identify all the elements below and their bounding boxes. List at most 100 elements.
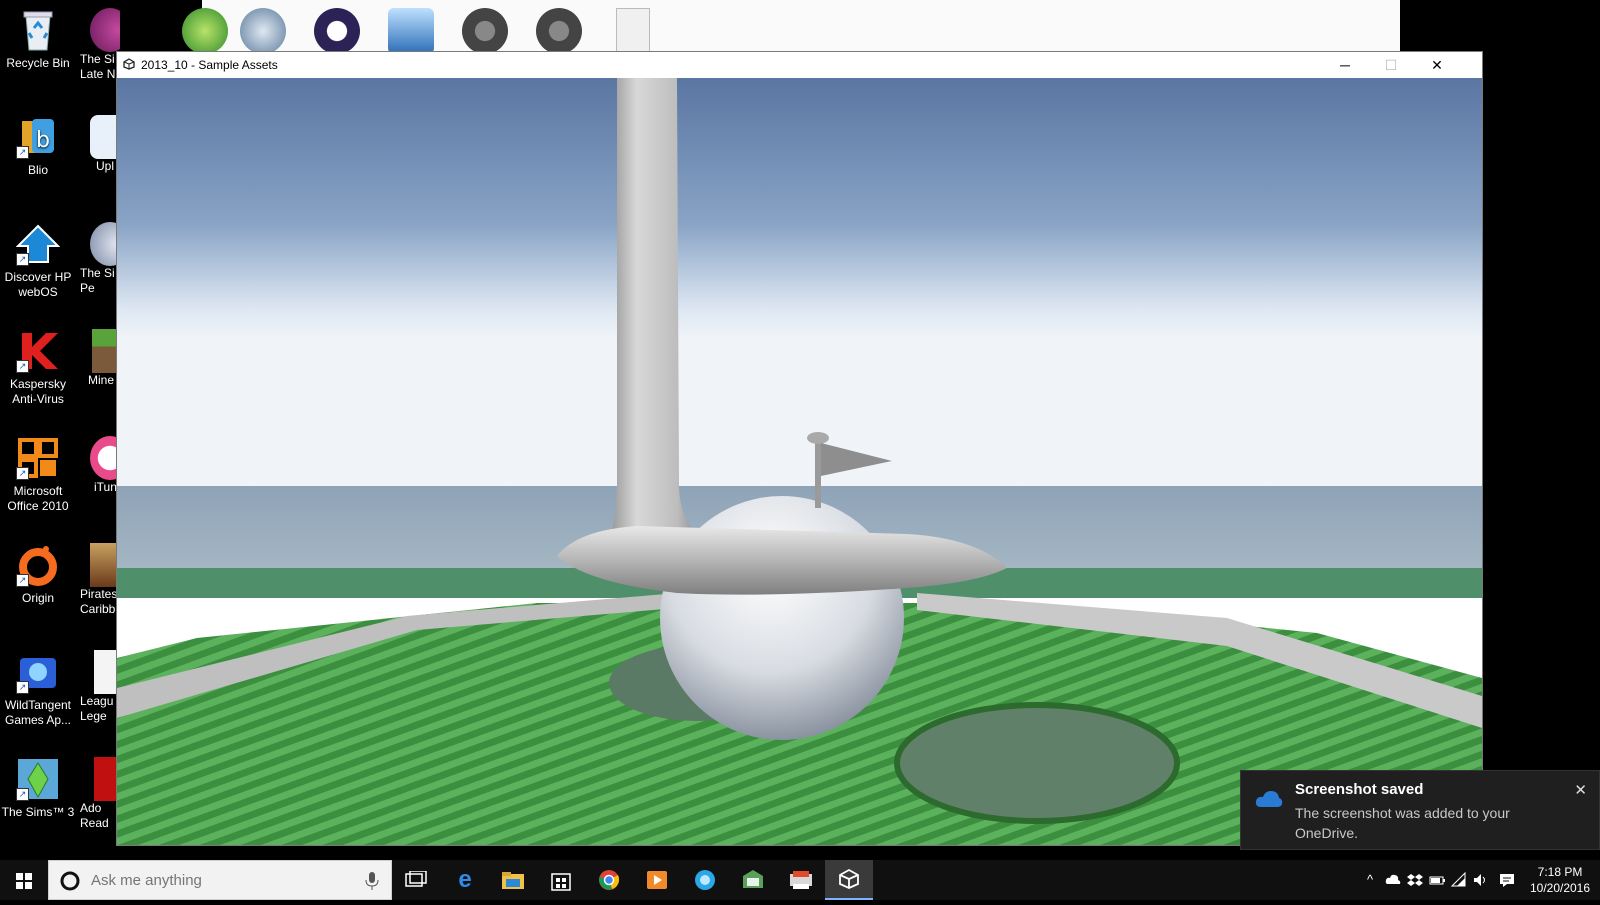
sky — [117, 78, 1482, 498]
toast-body: The screenshot was added to your OneDriv… — [1295, 805, 1510, 841]
hp-icon — [790, 871, 812, 889]
3d-scene — [117, 78, 1482, 845]
volume-icon[interactable] — [1473, 872, 1489, 888]
kaspersky-icon: ↗ — [16, 329, 60, 373]
desktop-icon-pirates[interactable]: Pirates Caribb — [80, 543, 120, 617]
microphone-icon[interactable] — [365, 872, 379, 890]
clock-date: 10/20/2016 — [1529, 881, 1591, 895]
desktop-icon-label: The Si Pe — [80, 266, 115, 295]
taskbar-app-file-explorer[interactable] — [489, 860, 537, 900]
taskbar-app-edge[interactable]: e — [441, 860, 489, 900]
taskbar-app-unity[interactable] — [825, 860, 873, 900]
onedrive-cloud-icon — [1255, 791, 1283, 807]
wifi-icon[interactable] — [1451, 872, 1467, 888]
unity-icon — [839, 868, 859, 889]
desktop-icon-label: The Sims™ 3 — [1, 805, 75, 819]
sims-late-night-icon — [90, 8, 120, 52]
film-reel-icon — [536, 8, 582, 54]
windows-logo-icon — [16, 873, 32, 889]
desktop-icon-kaspersky[interactable]: ↗ Kaspersky Anti-Virus — [0, 321, 76, 407]
desktop-icon-label: Leagu Lege — [80, 694, 114, 723]
desktop-icon-uplay[interactable]: Upl — [80, 115, 120, 174]
close-button[interactable]: ✕ — [1414, 52, 1460, 78]
task-view-icon — [405, 871, 427, 887]
desktop-icon-label: Discover HP webOS — [4, 270, 72, 299]
svg-text:b: b — [36, 128, 50, 153]
action-center-icon[interactable] — [1499, 872, 1515, 888]
window-title: 2013_10 - Sample Assets — [141, 58, 278, 72]
start-button[interactable] — [0, 860, 48, 900]
desktop-icon-league[interactable]: Leagu Lege — [80, 650, 120, 724]
taskbar-app-chrome[interactable] — [585, 860, 633, 900]
maximize-button[interactable]: ☐ — [1368, 52, 1414, 78]
notification-toast[interactable]: Screenshot saved The screenshot was adde… — [1240, 770, 1600, 850]
desktop-icon-label: The Si Late N — [80, 52, 116, 81]
taskbar-app-store[interactable] — [537, 860, 585, 900]
desktop-icon-label: Microsoft Office 2010 — [7, 484, 69, 513]
desktop-icon-label: Kaspersky Anti-Virus — [9, 377, 67, 406]
game-window: 2013_10 - Sample Assets ─ ☐ ✕ — [116, 51, 1483, 846]
taskbar-clock[interactable]: 7:18 PM 10/20/2016 — [1520, 864, 1600, 896]
desktop-icon-sims3[interactable]: ↗ The Sims™ 3 — [0, 749, 76, 820]
battery-icon[interactable] — [1429, 872, 1445, 888]
taskbar-app-skype[interactable] — [681, 860, 729, 900]
desktop-icon-minecraft[interactable]: Mine — [80, 329, 120, 388]
desktop-icon-label: Mine — [88, 373, 115, 387]
toast-title: Screenshot saved — [1295, 781, 1424, 798]
hp-webos-icon: ↗ — [15, 222, 61, 266]
edge-icon: e — [458, 866, 472, 893]
desktop-icon-blio[interactable]: b ↗ Blio — [0, 107, 76, 178]
desktop-icon-label: WildTangent Games Ap... — [4, 698, 72, 727]
recycle-bin-icon — [16, 8, 60, 52]
desktop-icon-sims-late-night[interactable]: The Si Late N — [80, 8, 120, 82]
desktop-icon-label: Blio — [27, 163, 48, 177]
minimize-button[interactable]: ─ — [1322, 52, 1368, 78]
window-titlebar[interactable]: 2013_10 - Sample Assets ─ ☐ ✕ — [117, 52, 1482, 78]
onedrive-cloud-icon[interactable] — [1385, 872, 1401, 888]
skype-icon — [695, 870, 715, 890]
desktop-icon-sims-pets[interactable]: The Si Pe — [80, 222, 120, 296]
desktop-icon-label: iTun — [94, 480, 117, 494]
dropbox-tray-icon[interactable] — [1407, 872, 1423, 888]
taskbar-app-dropbox[interactable] — [729, 860, 777, 900]
desktop-icon-label: Origin — [21, 591, 54, 605]
clock-time: 7:18 PM — [1537, 865, 1583, 879]
sims-icon — [182, 8, 228, 54]
origin-icon: ↗ — [16, 543, 60, 587]
taskbar-app-media-player[interactable] — [633, 860, 681, 900]
media-player-icon — [647, 871, 667, 889]
task-view-button[interactable] — [392, 860, 440, 900]
cortana-icon — [60, 871, 80, 891]
game-viewport[interactable] — [117, 78, 1482, 845]
store-icon — [551, 873, 571, 891]
search-box[interactable] — [48, 860, 392, 900]
desktop-icon-adobe-reader[interactable]: Ado Read — [80, 757, 120, 831]
search-input[interactable] — [89, 871, 353, 890]
desktop-icon-office[interactable]: ↗ Microsoft Office 2010 — [0, 428, 76, 514]
eclipse-icon — [314, 8, 360, 54]
dropbox-icon — [743, 870, 763, 888]
file-explorer-icon — [502, 872, 524, 889]
desktop-icon-itunes[interactable]: iTun — [80, 436, 120, 495]
desktop-icon-origin[interactable]: ↗ Origin — [0, 535, 76, 606]
desktop-icon-label: Recycle Bin — [6, 56, 70, 70]
wildtangent-icon: ↗ — [16, 650, 60, 694]
film-reel-icon — [462, 8, 508, 54]
taskbar: e ^ 7:18 PM 10/20/2016 — [0, 860, 1600, 900]
rstudio-icon — [240, 8, 286, 54]
blio-icon: b ↗ — [16, 115, 60, 159]
taskbar-app-hp[interactable] — [777, 860, 825, 900]
document-icon — [616, 8, 650, 56]
unity-icon — [123, 58, 135, 70]
show-hidden-icons-chevron-up-icon[interactable]: ^ — [1362, 872, 1378, 888]
desktop-icon-label: Ado Read — [80, 801, 109, 830]
toast-close-button[interactable]: ✕ — [1574, 781, 1587, 799]
desktop-icon-wildtangent[interactable]: ↗ WildTangent Games Ap... — [0, 642, 76, 728]
desktop-icon-hp-webos[interactable]: ↗ Discover HP webOS — [0, 214, 76, 300]
chrome-icon — [599, 870, 620, 890]
virtualbox-icon — [388, 8, 434, 54]
desktop-icon-recycle-bin[interactable]: Recycle Bin — [0, 0, 76, 71]
office-icon: ↗ — [16, 436, 60, 480]
desktop-icon-label: Upl — [96, 159, 115, 173]
sims3-icon: ↗ — [16, 757, 60, 801]
